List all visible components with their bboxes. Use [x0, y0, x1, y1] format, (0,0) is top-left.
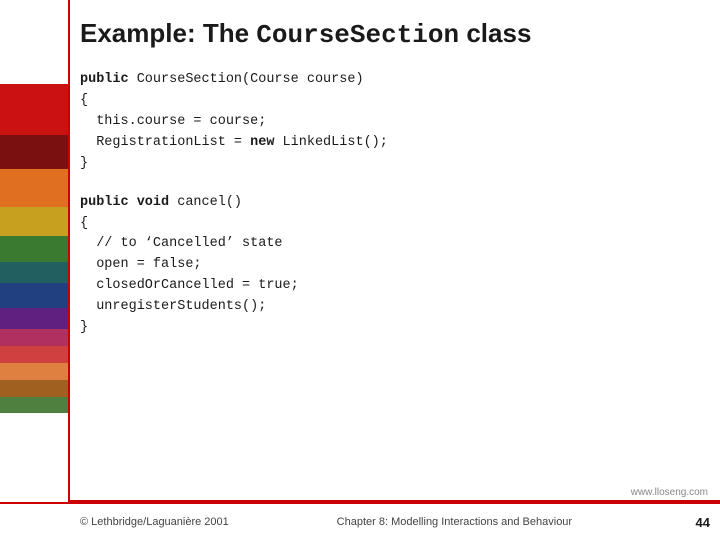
title-area: Example: The CourseSection class — [80, 18, 700, 50]
code-block-cancel: public void cancel() { // to ‘Cancelled’… — [80, 193, 700, 339]
footer-page-number: 44 — [680, 515, 710, 530]
slide-title: Example: The CourseSection class — [80, 18, 700, 50]
left-decorative-bar — [0, 0, 68, 540]
title-text-mono: CourseSection — [256, 20, 459, 50]
slide: Example: The CourseSection class public … — [0, 0, 720, 540]
footer-copyright: © Lethbridge/Laguanière 2001 — [80, 516, 229, 528]
content-area: public CourseSection(Course course) { th… — [80, 70, 700, 480]
title-text-suffix: class — [459, 18, 531, 48]
code-block-constructor: public CourseSection(Course course) { th… — [80, 70, 700, 175]
footer-chapter: Chapter 8: Modelling Interactions and Be… — [229, 516, 680, 528]
watermark: www.lloseng.com — [631, 487, 708, 498]
footer: © Lethbridge/Laguanière 2001 Chapter 8: … — [0, 502, 720, 540]
title-text-plain: Example: The — [80, 18, 256, 48]
left-border — [68, 0, 70, 540]
